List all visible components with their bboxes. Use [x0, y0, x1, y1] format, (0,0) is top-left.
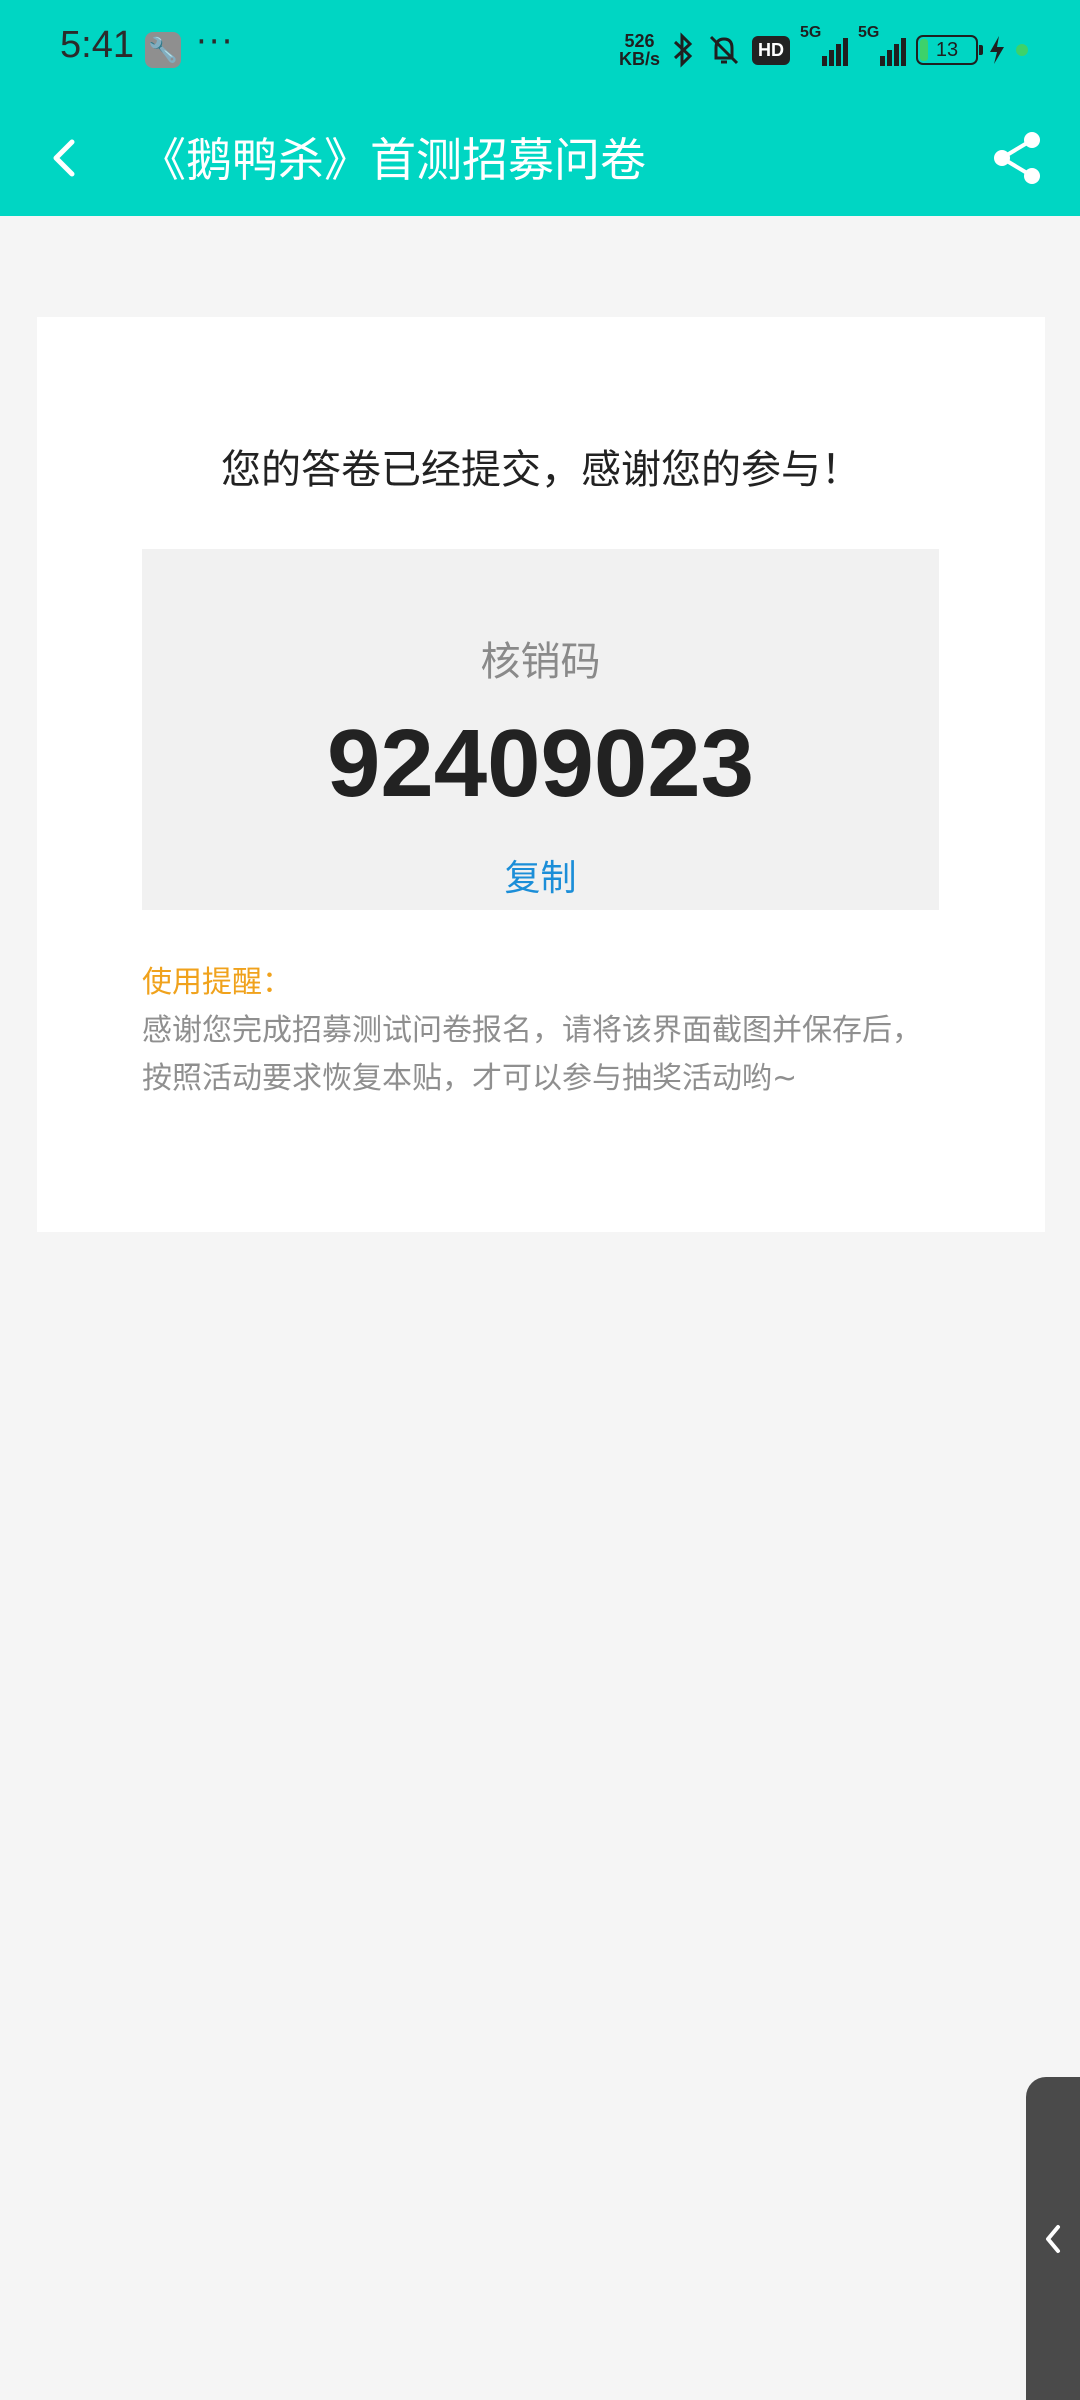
back-arrow-icon	[53, 139, 75, 177]
share-icon	[994, 132, 1040, 184]
status-time: 5:41	[60, 24, 134, 66]
page-title: 《鹅鸭杀》首测招募问卷	[140, 133, 646, 187]
signal-icon: 5G	[800, 24, 848, 66]
signal-icon-2: 5G	[858, 24, 906, 66]
charging-icon	[990, 36, 1004, 64]
reminder-title: 使用提醒：	[142, 965, 292, 1000]
wrench-icon: 🔧	[145, 32, 181, 68]
sim1-label: 5G	[800, 24, 822, 41]
battery-icon: 13	[916, 35, 983, 65]
verification-code: 92409023	[326, 710, 755, 817]
title-bar: 《鹅鸭杀》首测招募问卷	[0, 100, 1080, 216]
result-card: 您的答卷已经提交，感谢您的参与！ 核销码 92409023 复制 使用提醒： 感…	[37, 317, 1045, 1232]
mute-bell-icon	[709, 35, 739, 65]
status-bar: 5:41 🔧 ··· 526 KB/s HD 5G 5G 13	[0, 0, 1080, 100]
share-button[interactable]	[986, 126, 1050, 190]
reminder-text: 感谢您完成招募测试问卷报名，请将该界面截图并保存后，按照活动要求恢复本贴，才可以…	[142, 1013, 922, 1096]
verification-code-box: 核销码 92409023 复制	[142, 549, 939, 910]
network-speed: 526 KB/s	[619, 32, 660, 68]
code-label: 核销码	[480, 639, 601, 685]
bluetooth-icon	[673, 32, 693, 68]
battery-level: 13	[935, 39, 959, 61]
side-drawer-handle[interactable]	[1026, 2077, 1080, 2400]
network-speed-value: 526	[624, 31, 655, 51]
charging-dot	[1016, 44, 1028, 56]
status-more-indicator: ···	[196, 22, 235, 62]
chevron-left-icon	[1046, 2225, 1060, 2253]
network-speed-unit: KB/s	[618, 49, 660, 69]
sim2-label: 5G	[858, 24, 880, 41]
back-button[interactable]	[30, 122, 102, 194]
status-icons: 526 KB/s HD 5G 5G 13	[619, 24, 1028, 72]
hd-badge: HD	[752, 35, 790, 65]
submission-message: 您的答卷已经提交，感谢您的参与！	[221, 447, 861, 493]
copy-button[interactable]: 复制	[142, 849, 939, 901]
